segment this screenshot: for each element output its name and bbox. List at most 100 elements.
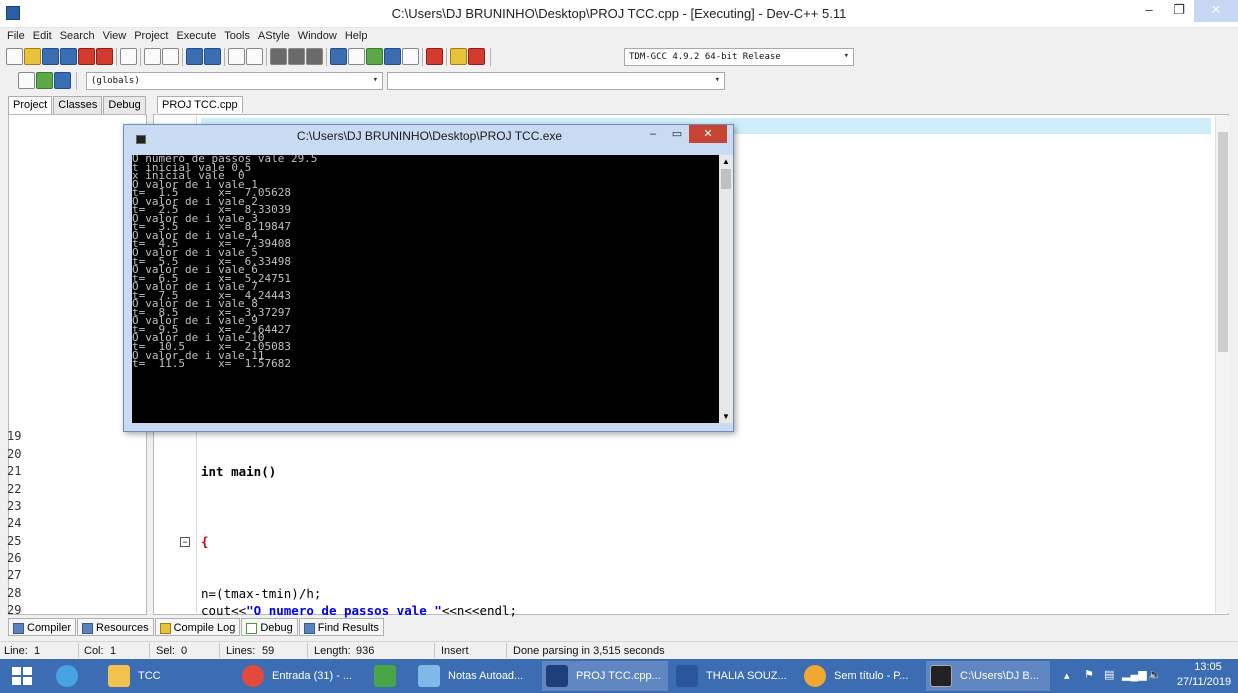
- taskbar-item-notes[interactable]: Notas Autoad...: [414, 661, 538, 691]
- store-taskbar-button[interactable]: [370, 661, 410, 691]
- taskbar-item-console[interactable]: C:\Users\DJ B...: [926, 661, 1050, 691]
- scrollbar-thumb[interactable]: [721, 169, 731, 189]
- menu-view[interactable]: View: [100, 28, 132, 46]
- ie-taskbar-button[interactable]: [52, 661, 96, 691]
- menu-window[interactable]: Window: [295, 28, 342, 46]
- line-number: 20: [7, 447, 22, 461]
- menu-tools[interactable]: Tools: [221, 28, 255, 46]
- clock-time[interactable]: 13:05: [1184, 661, 1232, 673]
- bookmark-icon[interactable]: [306, 48, 323, 65]
- compiler-select-value: TDM-GCC 4.9.2 64-bit Release: [629, 52, 781, 62]
- print-icon[interactable]: [120, 48, 137, 65]
- signal-icon[interactable]: ▂▄▆: [1122, 668, 1147, 681]
- scroll-up-icon[interactable]: ▲: [722, 157, 730, 166]
- goto-line-icon[interactable]: [228, 48, 245, 65]
- close-file-icon[interactable]: [78, 48, 95, 65]
- console-maximize-button[interactable]: ▭: [665, 125, 689, 143]
- editor-tabs: PROJ TCC.cpp: [157, 96, 244, 114]
- save-icon[interactable]: [42, 48, 59, 65]
- taskbar-item-word[interactable]: THALIA SOUZ...: [672, 661, 796, 691]
- compile-log-icon: [159, 622, 171, 634]
- taskbar-item-devcpp[interactable]: PROJ TCC.cpp...: [542, 661, 668, 691]
- window-controls: – ❐ ✕: [1134, 0, 1238, 22]
- tab-label: Compile Log: [173, 622, 236, 634]
- taskbar-item-chrome[interactable]: Entrada (31) - ...: [238, 661, 364, 691]
- taskbar-item-tcc[interactable]: TCC: [104, 661, 230, 691]
- close-button[interactable]: ✕: [1194, 0, 1238, 22]
- status-bar: Line: 1 Col: 1 Sel: 0 Lines: 59 Length: …: [0, 641, 1238, 659]
- menu-file[interactable]: File: [4, 28, 30, 46]
- open-file-icon[interactable]: [24, 48, 41, 65]
- profile-icon[interactable]: [450, 48, 467, 65]
- run-icon[interactable]: [348, 48, 365, 65]
- stop-execution-icon[interactable]: [426, 48, 443, 65]
- compile-run-icon[interactable]: [366, 48, 383, 65]
- menu-project[interactable]: Project: [131, 28, 173, 46]
- minimize-button[interactable]: –: [1134, 0, 1164, 22]
- redo-icon[interactable]: [162, 48, 179, 65]
- save-all-icon[interactable]: [60, 48, 77, 65]
- tab-debug[interactable]: Debug: [103, 96, 146, 114]
- flag-icon[interactable]: ⚑: [1084, 668, 1094, 681]
- console-output[interactable]: O numero de passos vale 29.5 t inicial va…: [132, 155, 719, 423]
- code-cout-suffix: <<n<<endl;: [441, 603, 518, 618]
- back-icon[interactable]: [270, 48, 287, 65]
- show-hidden-icons-icon[interactable]: ▴: [1064, 669, 1070, 682]
- delete-profile-icon[interactable]: [468, 48, 485, 65]
- close-all-icon[interactable]: [96, 48, 113, 65]
- status-message: Done parsing in 3,515 seconds: [513, 645, 665, 657]
- start-button[interactable]: [6, 661, 46, 691]
- undo-icon[interactable]: [144, 48, 161, 65]
- clock-date[interactable]: 27/11/2019: [1174, 676, 1234, 688]
- editor-scrollbar[interactable]: [1215, 116, 1229, 613]
- tab-compiler[interactable]: Compiler: [8, 618, 77, 636]
- tab-find-results[interactable]: Find Results: [298, 618, 384, 636]
- word-icon: [676, 665, 698, 687]
- indent-icon[interactable]: [246, 48, 263, 65]
- fold-toggle-icon[interactable]: −: [180, 537, 190, 547]
- tab-classes[interactable]: Classes: [53, 96, 103, 114]
- member-select[interactable]: ▾: [387, 72, 725, 90]
- compiler-select[interactable]: TDM-GCC 4.9.2 64-bit Release ▾: [624, 48, 854, 66]
- menu-astyle[interactable]: AStyle: [255, 28, 295, 46]
- scope-select[interactable]: (globals) ▾: [86, 72, 383, 90]
- status-sel-label: Sel:: [156, 645, 175, 657]
- scrollbar-thumb[interactable]: [1218, 132, 1228, 352]
- console-minimize-button[interactable]: –: [641, 125, 665, 143]
- chevron-down-icon: ▾: [372, 75, 378, 85]
- menu-help[interactable]: Help: [342, 28, 373, 46]
- tab-proj-tcc-cpp[interactable]: PROJ TCC.cpp: [157, 96, 243, 113]
- menu-execute[interactable]: Execute: [173, 28, 221, 46]
- tab-debug-output[interactable]: Debug: [241, 618, 298, 636]
- new-file-icon[interactable]: [6, 48, 23, 65]
- goto-bookmark-icon[interactable]: [54, 72, 71, 89]
- line-number: 27: [7, 568, 22, 582]
- tab-resources[interactable]: Resources: [77, 618, 154, 636]
- chevron-down-icon: ▾: [714, 75, 720, 85]
- find-icon[interactable]: [186, 48, 203, 65]
- rebuild-all-icon[interactable]: [384, 48, 401, 65]
- compile-icon[interactable]: [330, 48, 347, 65]
- forward-icon[interactable]: [288, 48, 305, 65]
- toggle-bookmark-icon[interactable]: [36, 72, 53, 89]
- restore-button[interactable]: ❐: [1164, 0, 1194, 22]
- scroll-down-icon[interactable]: ▼: [722, 412, 730, 421]
- menu-edit[interactable]: Edit: [30, 28, 57, 46]
- network-icon[interactable]: ▤: [1104, 668, 1114, 681]
- tab-project[interactable]: Project: [8, 96, 53, 114]
- volume-icon[interactable]: 🔈: [1148, 668, 1162, 681]
- insert-icon[interactable]: [18, 72, 35, 89]
- taskbar-label: THALIA SOUZ...: [706, 670, 787, 682]
- windows-taskbar: TCC Entrada (31) - ... Notas Autoad... P…: [0, 659, 1238, 693]
- replace-icon[interactable]: [204, 48, 221, 65]
- menu-search[interactable]: Search: [57, 28, 100, 46]
- console-close-button[interactable]: ✕: [689, 125, 727, 143]
- taskbar-item-paint[interactable]: Sem título - P...: [800, 661, 922, 691]
- tab-compile-log[interactable]: Compile Log: [154, 618, 241, 636]
- console-scrollbar[interactable]: ▲ ▼: [719, 155, 733, 423]
- code-line-cout: cout<<"O numero de passos vale "<<n<<end…: [201, 603, 517, 618]
- line-number: 29: [7, 603, 22, 617]
- line-number: 23: [7, 499, 22, 513]
- syntax-check-icon[interactable]: [402, 48, 419, 65]
- taskbar-label: Notas Autoad...: [448, 670, 524, 682]
